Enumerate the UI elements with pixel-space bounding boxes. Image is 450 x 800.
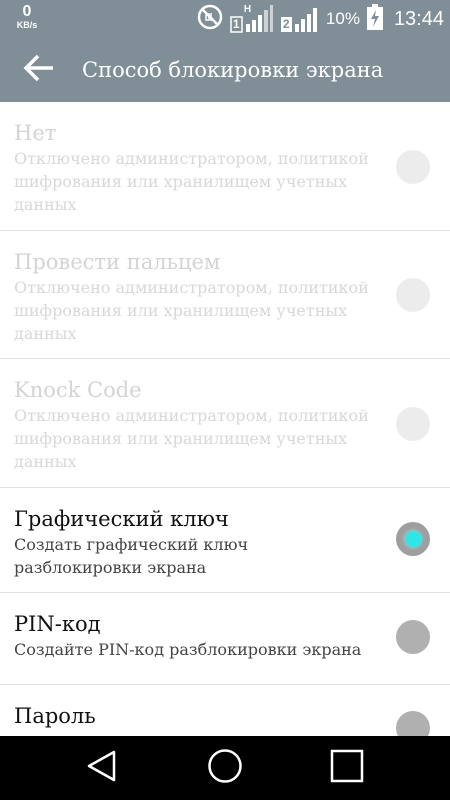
option-subtitle: Отключено администратором, политикой шиф…	[14, 278, 369, 343]
option-title: Графический ключ	[14, 507, 229, 531]
clock: 13:44	[393, 7, 444, 30]
sim1-network-type: H	[243, 4, 252, 15]
option-none: Нет Отключено администратором, политикой…	[0, 102, 450, 231]
radio-button	[396, 278, 430, 312]
signal-sim2-icon: 2	[280, 4, 320, 34]
option-title: PIN-код	[14, 612, 101, 636]
page-title: Способ блокировки экрана	[82, 58, 384, 82]
option-title: Knock Code	[14, 378, 142, 402]
sim1-label: 1	[232, 17, 240, 31]
option-pin[interactable]: PIN-код Создайте PIN-код разблокировки э…	[0, 593, 450, 685]
battery-charging-icon	[366, 3, 384, 36]
lock-method-list: Нет Отключено администратором, политикой…	[0, 102, 450, 745]
back-arrow-icon	[23, 54, 55, 86]
option-subtitle: Создать графический ключ разблокировки э…	[14, 535, 249, 577]
option-subtitle: Отключено администратором, политикой шиф…	[14, 149, 369, 214]
home-circle-icon	[207, 748, 243, 788]
option-knock-code: Knock Code Отключено администратором, по…	[0, 359, 450, 488]
nav-back-button[interactable]	[57, 736, 147, 800]
do-not-disturb-icon	[196, 3, 224, 36]
radio-selected-dot	[405, 531, 421, 547]
back-button[interactable]	[14, 48, 64, 92]
option-pattern[interactable]: Графический ключ Создать графический клю…	[0, 488, 450, 593]
option-title: Нет	[14, 121, 57, 145]
network-speed: 0 KB/s	[12, 4, 42, 30]
back-triangle-icon	[86, 749, 118, 787]
radio-button[interactable]	[396, 620, 430, 654]
app-toolbar: Способ блокировки экрана	[0, 38, 450, 102]
battery-percent: 10%	[325, 9, 360, 28]
option-subtitle: Создайте PIN-код разблокировки экрана	[14, 640, 362, 659]
radio-button-selected[interactable]	[396, 522, 430, 556]
sim2-label: 2	[282, 17, 290, 31]
signal-sim1-icon: 1 H	[230, 4, 274, 34]
recents-square-icon	[330, 749, 364, 787]
option-title: Провести пальцем	[14, 250, 221, 274]
radio-button	[396, 407, 430, 441]
radio-button	[396, 150, 430, 184]
status-icons: 1 H 2 10% 13:44	[196, 0, 444, 38]
network-speed-unit: KB/s	[16, 20, 38, 30]
option-subtitle: Отключено администратором, политикой шиф…	[14, 406, 369, 471]
nav-home-button[interactable]	[180, 736, 270, 800]
nav-recents-button[interactable]	[302, 736, 392, 800]
option-title: Пароль	[14, 704, 96, 728]
system-nav-bar	[0, 736, 450, 800]
option-swipe: Провести пальцем Отключено администратор…	[0, 231, 450, 359]
network-speed-value: 0	[22, 3, 32, 20]
status-bar: 0 KB/s 1 H 2 10% 13:44	[0, 0, 450, 38]
